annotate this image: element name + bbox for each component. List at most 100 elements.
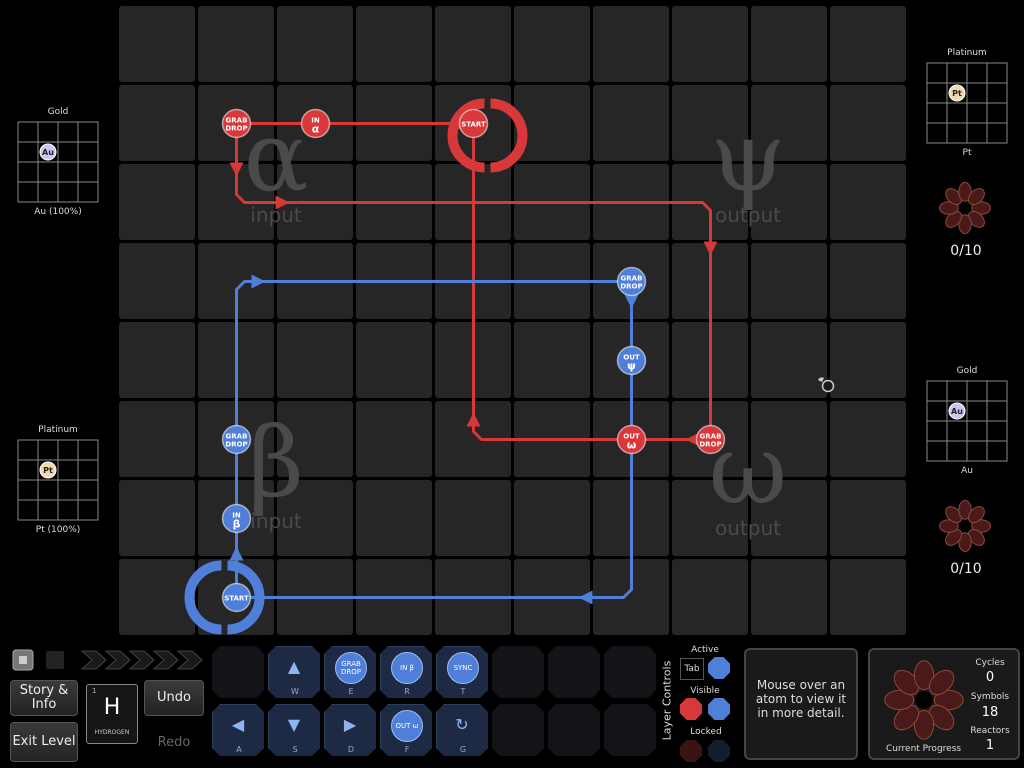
board-cell — [119, 243, 195, 319]
board-cell — [119, 559, 195, 635]
board-cell — [356, 322, 432, 398]
output-panel-caption-platinum: Pt — [962, 148, 972, 158]
output-gold-cell — [966, 420, 988, 442]
input-panel-caption-gold: Au (100%) — [34, 207, 82, 217]
story-info-button[interactable]: Story & Info — [10, 680, 78, 716]
input-gold-cell — [77, 181, 99, 203]
output-flower-2-center — [959, 520, 971, 532]
output-progress-flower-2 — [939, 500, 991, 552]
undo-button[interactable]: Undo — [144, 680, 204, 716]
input-gold-cell — [17, 181, 39, 203]
red-grab-drop-node-2-text: GRAB — [700, 433, 722, 441]
board-cell — [830, 85, 906, 161]
red-grab-drop-node-2-text-2: DROP — [699, 441, 721, 449]
input-gold-cell — [37, 181, 59, 203]
input-platinum-cell — [37, 439, 59, 461]
input-platinum-cell — [57, 439, 79, 461]
tool-g[interactable]: ↻ G — [436, 704, 488, 756]
speed-chevron-icon — [104, 650, 131, 670]
blue-grab-drop-node-1-text-2: DROP — [225, 441, 247, 449]
tool-t[interactable]: SYNC T — [436, 646, 488, 698]
input-platinum-cell — [77, 479, 99, 501]
speed-chevron-icon — [80, 650, 107, 670]
board-cell — [198, 6, 274, 82]
tool-s[interactable]: ▼ S — [268, 704, 320, 756]
input-gold-cell — [77, 161, 99, 183]
tool-key: R — [404, 687, 410, 696]
tool-glyph-icon: ↻ — [455, 715, 469, 734]
output-platinum-atom-label: Pt — [952, 89, 962, 98]
board-cell — [830, 559, 906, 635]
board-cell — [830, 322, 906, 398]
tool-e[interactable]: GRAB DROP E — [324, 646, 376, 698]
output-platinum-cell — [946, 122, 968, 144]
layer-visible-label: Visible — [690, 686, 720, 696]
tool-key: F — [404, 745, 410, 754]
redo-button[interactable]: Redo — [144, 726, 204, 760]
blue-start-node-text: START — [224, 595, 249, 603]
red-in-alpha-node-text-2: α — [312, 123, 320, 136]
zone-beta-symbol: β — [248, 407, 304, 519]
input-platinum-cell — [17, 459, 39, 481]
output-panel-caption-gold: Au — [961, 466, 973, 476]
symbols-value: 18 — [981, 705, 999, 720]
reactors-label: Reactors — [970, 726, 1010, 736]
layer-active-label: Active — [691, 645, 719, 655]
layer-tab-key[interactable]: Tab — [680, 658, 704, 680]
stats-box: Current Progress Cycles 0 Symbols 18 Rea… — [868, 648, 1020, 760]
output-platinum-cell — [946, 62, 968, 84]
tool-label: OUT ω — [391, 710, 423, 742]
cycles-value: 0 — [985, 670, 995, 685]
input-platinum-cell — [17, 439, 39, 461]
zone-omega-label: output — [715, 516, 781, 540]
tool-r[interactable]: IN β R — [380, 646, 432, 698]
reactors-value: 1 — [985, 738, 995, 753]
red-start-node-text: START — [461, 121, 486, 129]
output-gold-cell — [946, 380, 968, 402]
output-platinum-cell — [966, 82, 988, 104]
tool-glyph-icon: ◀ — [231, 715, 245, 734]
board-cell — [356, 6, 432, 82]
zone-psi-symbol: ψ — [710, 101, 785, 213]
tool-key: A — [236, 745, 242, 754]
tool-f[interactable]: OUT ω F — [380, 704, 432, 756]
exit-level-button[interactable]: Exit Level — [10, 722, 78, 762]
input-platinum-cell — [77, 459, 99, 481]
blue-grab-drop-node-1-text: GRAB — [226, 433, 248, 441]
input-gold-cell — [17, 141, 39, 163]
output-gold-cell — [946, 420, 968, 442]
layer-locked-label: Locked — [690, 727, 722, 737]
red-out-omega-node-text-2: ω — [627, 439, 637, 452]
board-cell — [593, 85, 669, 161]
tool-label: GRAB DROP — [335, 652, 367, 684]
output-gold-cell — [986, 440, 1008, 462]
element-name: HYDROGEN — [94, 729, 130, 736]
board-cell — [435, 480, 511, 556]
input-platinum-cell — [57, 459, 79, 481]
board-cell — [435, 6, 511, 82]
output-panel-title-gold: Gold — [956, 366, 978, 376]
mouse-cursor-icon — [818, 377, 835, 393]
board-cell — [593, 6, 669, 82]
board-cell — [277, 322, 353, 398]
speed-chevron-icon — [128, 650, 155, 670]
cycles-label: Cycles — [975, 658, 1005, 668]
board-cell — [751, 243, 827, 319]
tool-w[interactable]: ▲ W — [268, 646, 320, 698]
board-cell — [672, 6, 748, 82]
tool-a[interactable]: ◀ A — [212, 704, 264, 756]
input-panel-platinum: Pt — [17, 439, 99, 521]
speed-chevron-icon — [152, 650, 179, 670]
input-gold-cell — [57, 161, 79, 183]
output-panel-platinum: Pt — [926, 62, 1008, 144]
tool-slot-empty — [604, 646, 656, 698]
tool-label: IN β — [391, 652, 423, 684]
output-platinum-cell — [986, 122, 1008, 144]
input-gold-cell — [57, 181, 79, 203]
tool-d[interactable]: ▶ D — [324, 704, 376, 756]
symbols-label: Symbols — [970, 692, 1010, 702]
tool-slot-empty — [492, 704, 544, 756]
board-cell — [119, 6, 195, 82]
speed-controls[interactable] — [10, 647, 205, 673]
tool-slot-empty — [604, 704, 656, 756]
